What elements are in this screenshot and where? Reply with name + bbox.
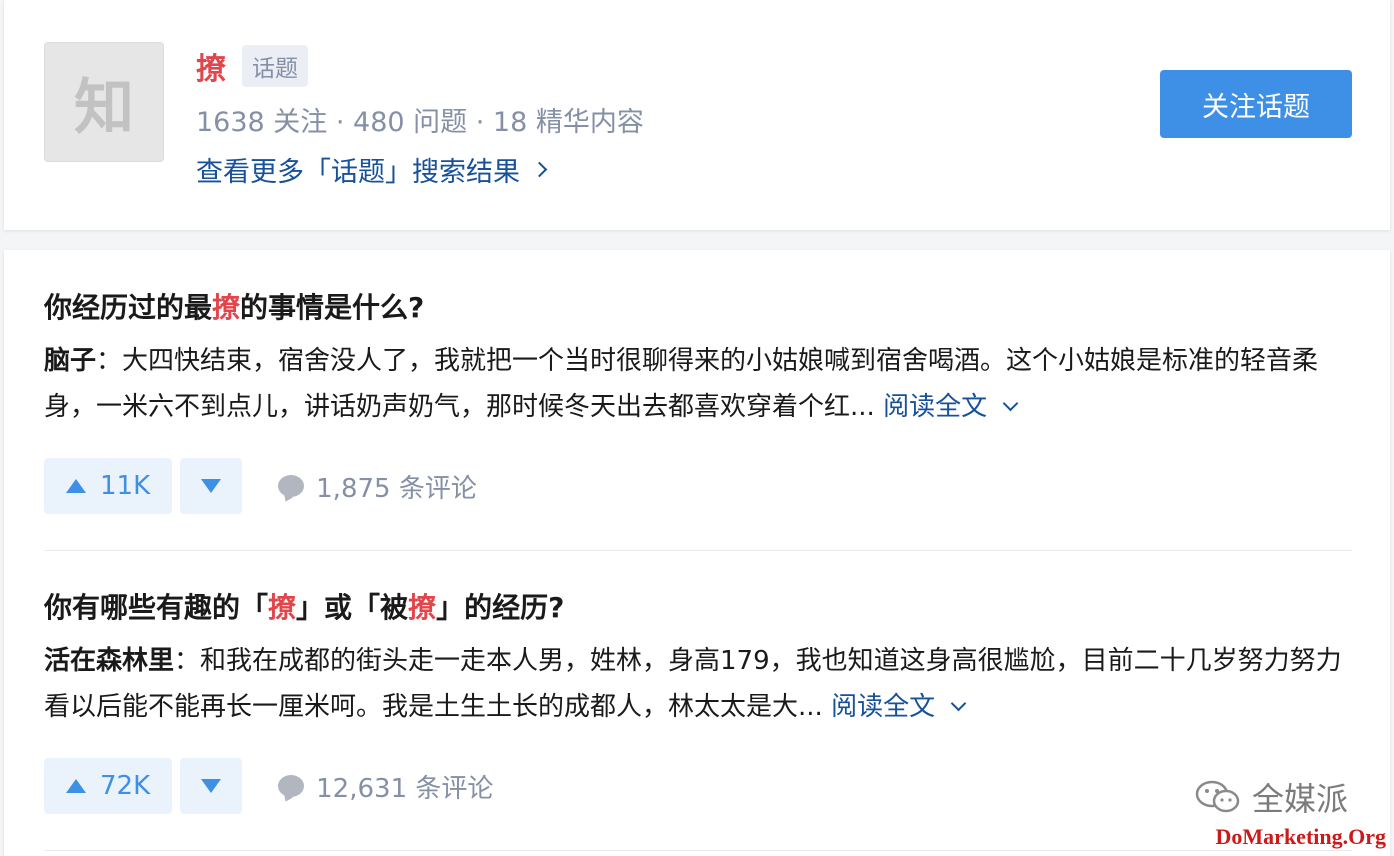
- result-item: 你有哪些有趣的「撩」或「被撩」的经历? 活在森林里：和我在成都的街头走一走本人男…: [44, 588, 1352, 814]
- upvote-button[interactable]: 72K: [44, 758, 173, 814]
- title-segment: 」的经历?: [436, 591, 565, 624]
- upvote-count: 72K: [100, 771, 151, 801]
- topic-stats: 1638 关注 · 480 问题 · 18 精华内容: [196, 107, 644, 138]
- excerpt-text: ：大四快结束，宿舍没人了，我就把一个当时很聊得来的小姑娘喊到宿舍喝酒。这个小姑娘…: [44, 346, 1319, 422]
- title-keyword-highlight: 撩: [212, 291, 241, 324]
- topic-title-row: 撩 话题: [196, 44, 308, 88]
- downvote-button[interactable]: [180, 458, 243, 514]
- watermark-brand-text: 全媒派: [1251, 780, 1348, 818]
- result-item: 你经历过的最撩的事情是什么? 脑子：大四快结束，宿舍没人了，我就把一个当时很聊得…: [44, 288, 1352, 514]
- chevron-right-icon: [531, 161, 548, 178]
- follow-topic-button[interactable]: 关注话题: [1160, 70, 1352, 138]
- results-card: 你经历过的最撩的事情是什么? 脑子：大四快结束，宿舍没人了，我就把一个当时很聊得…: [4, 250, 1390, 856]
- comment-count: 1,875 条评论: [316, 473, 477, 504]
- topic-type-tag: 话题: [242, 45, 308, 87]
- chevron-down-icon: [950, 695, 967, 712]
- answer-excerpt[interactable]: 活在森林里：和我在成都的街头走一走本人男，姓林，身高179，我也知道这身高很尴尬…: [44, 638, 1352, 730]
- upvote-button[interactable]: 11K: [44, 458, 173, 514]
- item-divider: [44, 550, 1352, 551]
- comment-bubble-icon: [278, 775, 305, 797]
- question-title[interactable]: 你经历过的最撩的事情是什么?: [44, 288, 1352, 328]
- topic-avatar-char: 知: [74, 72, 134, 143]
- watermark-url: DoMarketing.Org: [1215, 824, 1386, 849]
- upvote-triangle-icon: [66, 779, 86, 793]
- chevron-down-icon: [1002, 395, 1019, 412]
- title-keyword-highlight: 撩: [268, 591, 297, 624]
- downvote-triangle-icon: [201, 479, 222, 493]
- topic-card: 知 撩 话题 1638 关注 · 480 问题 · 18 精华内容 查看更多「话…: [4, 0, 1390, 230]
- answer-actions: 72K 12,631 条评论: [44, 758, 1352, 814]
- excerpt-text: ：和我在成都的街头走一走本人男，姓林，身高179，我也知道这身高很尴尬，目前二十…: [44, 646, 1342, 722]
- title-keyword-highlight: 撩: [408, 591, 437, 624]
- comments-button[interactable]: 1,875 条评论: [278, 468, 477, 505]
- answer-actions: 11K 1,875 条评论: [44, 458, 1352, 514]
- upvote-triangle-icon: [66, 479, 86, 493]
- more-topic-results-link[interactable]: 查看更多「话题」搜索结果: [196, 150, 548, 189]
- item-divider: [44, 850, 1352, 851]
- question-title[interactable]: 你有哪些有趣的「撩」或「被撩」的经历?: [44, 588, 1352, 628]
- topic-avatar[interactable]: 知: [44, 42, 164, 162]
- comment-bubble-icon: [278, 475, 305, 497]
- answer-author[interactable]: 脑子: [44, 346, 96, 376]
- title-segment: 」或「被: [296, 591, 409, 624]
- read-more-link[interactable]: 阅读全文: [883, 392, 1019, 422]
- topic-name[interactable]: 撩: [196, 44, 226, 88]
- comment-count: 12,631 条评论: [316, 773, 494, 804]
- title-segment: 的事情是什么?: [240, 291, 425, 324]
- more-topic-results-label: 查看更多「话题」搜索结果: [196, 157, 520, 188]
- title-segment: 你经历过的最: [44, 291, 213, 324]
- answer-author[interactable]: 活在森林里: [44, 646, 174, 676]
- wechat-icon: [1195, 780, 1240, 813]
- upvote-count: 11K: [100, 471, 151, 501]
- watermark-brand: 全媒派: [1194, 774, 1348, 820]
- read-more-label: 阅读全文: [883, 392, 988, 422]
- downvote-triangle-icon: [201, 779, 222, 793]
- read-more-label: 阅读全文: [831, 692, 936, 722]
- downvote-button[interactable]: [180, 758, 243, 814]
- comments-button[interactable]: 12,631 条评论: [278, 768, 493, 805]
- title-segment: 你有哪些有趣的「: [44, 591, 269, 624]
- read-more-link[interactable]: 阅读全文: [831, 692, 967, 722]
- answer-excerpt[interactable]: 脑子：大四快结束，宿舍没人了，我就把一个当时很聊得来的小姑娘喊到宿舍喝酒。这个小…: [44, 338, 1352, 430]
